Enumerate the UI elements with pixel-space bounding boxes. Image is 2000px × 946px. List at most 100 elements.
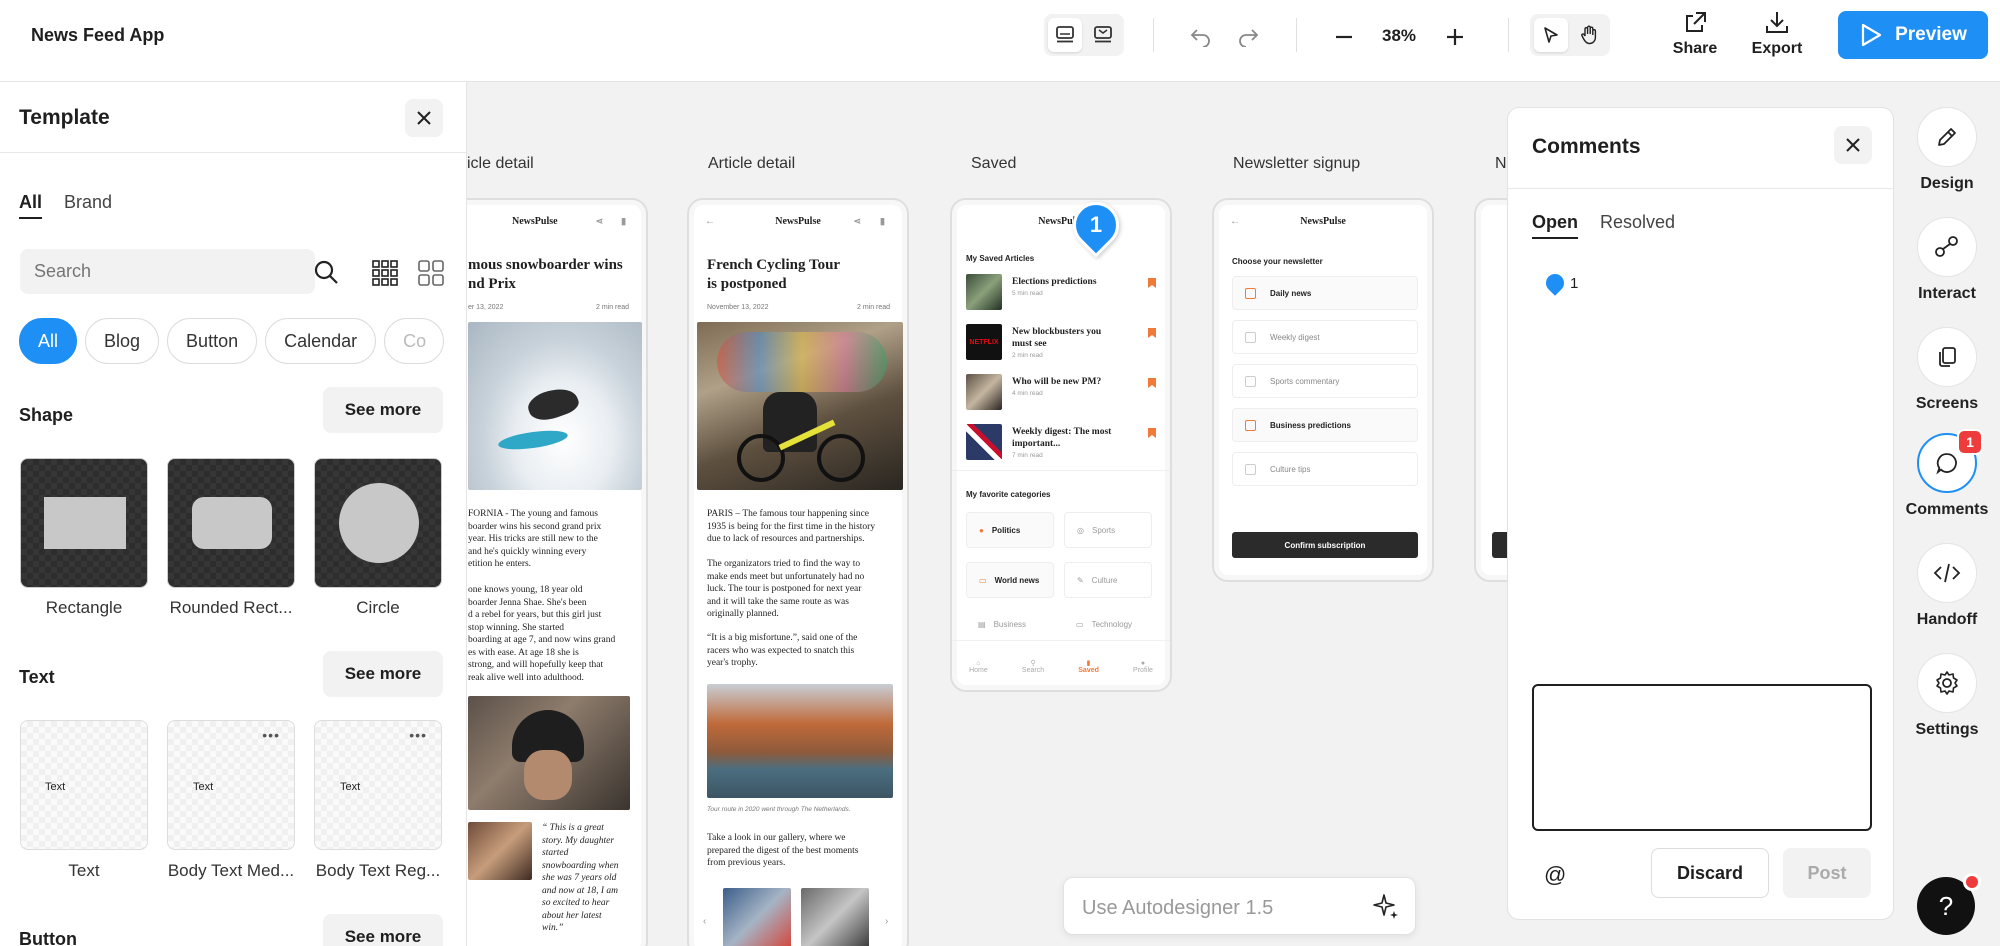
gallery-photo[interactable] <box>723 888 791 946</box>
shape-circle-card[interactable] <box>314 458 442 588</box>
see-more-button-button[interactable]: See more <box>323 914 443 946</box>
rail-interact[interactable]: Interact <box>1905 217 1989 303</box>
chip-all[interactable]: All <box>19 318 78 364</box>
nav-home[interactable]: ⌂ Home <box>969 660 988 674</box>
nav-saved[interactable]: ▮ Saved <box>1078 659 1099 674</box>
text-card[interactable]: Text <box>20 720 148 850</box>
shape-rounded-rect-card[interactable] <box>167 458 295 588</box>
search-icon[interactable] <box>313 259 339 285</box>
text-label: Body Text Med... <box>167 861 295 880</box>
category-business[interactable]: ▤ Business <box>966 614 1054 634</box>
share-button[interactable]: Share <box>1660 10 1730 58</box>
comment-thread-item[interactable]: 1 <box>1542 270 1578 296</box>
nav-search[interactable]: ⚲ Search <box>1022 659 1044 674</box>
redo-button[interactable] <box>1231 20 1265 54</box>
hand-tool-button[interactable] <box>1572 18 1606 52</box>
shape-rectangle-card[interactable] <box>20 458 148 588</box>
gallery-next-icon[interactable]: › <box>885 916 888 927</box>
ball-icon: ◎ <box>1077 525 1084 535</box>
rail-comments[interactable]: 1 Comments <box>1905 429 1989 519</box>
gallery-prev-icon[interactable]: ‹ <box>703 916 706 927</box>
tab-brand[interactable]: Brand <box>64 192 112 219</box>
see-more-text-button[interactable]: See more <box>323 651 443 697</box>
template-search-input[interactable] <box>20 249 315 294</box>
category-technology[interactable]: ▭ Technology <box>1064 614 1152 634</box>
post-button[interactable]: Post <box>1783 848 1871 898</box>
checkbox[interactable] <box>1245 375 1256 387</box>
close-comments-button[interactable] <box>1834 126 1872 164</box>
zoom-in-button[interactable] <box>1438 20 1472 54</box>
newsletter-option[interactable]: Sports commentary <box>1232 364 1418 398</box>
flow-view-button[interactable] <box>1086 18 1120 52</box>
autodesigner-bar[interactable]: Use Autodesigner 1.5 <box>1063 877 1416 935</box>
bookmark-icon[interactable]: ▮ <box>621 216 626 227</box>
more-options-icon[interactable]: ••• <box>409 727 427 743</box>
saved-article-item[interactable]: Elections predictions 5 min read <box>966 274 1162 310</box>
confirm-subscription-button[interactable]: Confirm subscription <box>1232 532 1418 558</box>
category-sports[interactable]: ◎ Sports <box>1064 512 1152 548</box>
tab-all[interactable]: All <box>19 192 43 219</box>
more-options-icon[interactable]: ••• <box>262 727 280 743</box>
back-arrow-icon[interactable]: ← <box>1230 216 1240 227</box>
checkbox[interactable] <box>1245 463 1256 475</box>
rail-screens[interactable]: Screens <box>1905 327 1989 413</box>
back-arrow-icon[interactable]: ← <box>705 216 715 227</box>
checkbox[interactable] <box>1245 331 1256 343</box>
preview-button[interactable]: Preview <box>1838 11 1988 59</box>
tab-open[interactable]: Open <box>1532 212 1579 239</box>
gallery-photo[interactable] <box>801 888 869 946</box>
body-text-medium-card[interactable]: Text ••• <box>167 720 295 850</box>
saved-article-item[interactable]: NETFLIX New blockbusters you must see 2 … <box>966 324 1162 360</box>
zoom-level[interactable]: 38% <box>1382 26 1416 46</box>
mention-button[interactable]: @ <box>1544 862 1566 888</box>
rail-settings[interactable]: Settings <box>1905 653 1989 739</box>
rail-handoff[interactable]: Handoff <box>1905 543 1989 629</box>
article-paragraph: Take a look in our gallery, where we pre… <box>707 833 859 868</box>
bookmark-icon[interactable] <box>1148 328 1156 338</box>
saved-article-item[interactable]: Who will be new PM? 4 min read <box>966 374 1162 410</box>
discard-button[interactable]: Discard <box>1651 848 1769 898</box>
comment-tabs: Open Resolved <box>1532 212 1675 239</box>
saved-article-item[interactable]: Weekly digest: The most important... 7 m… <box>966 424 1162 460</box>
newsletter-option[interactable]: Business predictions <box>1232 408 1418 442</box>
category-label: Technology <box>1091 619 1133 629</box>
text-sample: Text <box>340 781 361 793</box>
large-grid-icon[interactable] <box>418 260 444 286</box>
nav-profile[interactable]: ● Profile <box>1133 660 1153 674</box>
frame-article-detail-2[interactable]: ← NewsPulse ⋖ ▮ French Cycling Tour is p… <box>687 198 909 946</box>
redo-icon <box>1239 29 1259 47</box>
zoom-out-button[interactable] <box>1327 20 1361 54</box>
comment-input[interactable] <box>1532 684 1872 831</box>
small-grid-icon[interactable] <box>372 260 398 286</box>
undo-button[interactable] <box>1184 20 1218 54</box>
share-icon[interactable]: ⋖ <box>596 216 604 227</box>
see-more-shape-button[interactable]: See more <box>323 387 443 433</box>
select-tool-button[interactable] <box>1534 18 1568 52</box>
category-politics[interactable]: ● Politics <box>966 512 1054 548</box>
checkbox-checked[interactable] <box>1245 287 1256 299</box>
category-world-news[interactable]: ▭ World news <box>966 562 1054 598</box>
export-button[interactable]: Export <box>1742 10 1812 58</box>
chip-more[interactable]: Co <box>384 318 445 364</box>
chip-blog[interactable]: Blog <box>85 318 160 364</box>
newsletter-option[interactable]: Culture tips <box>1232 452 1418 486</box>
newsletter-option[interactable]: Weekly digest <box>1232 320 1418 354</box>
share-icon[interactable]: ⋖ <box>853 216 861 227</box>
desktop-view-button[interactable] <box>1048 18 1082 52</box>
category-culture[interactable]: ✎ Culture <box>1064 562 1152 598</box>
frame-newsletter-signup[interactable]: ← NewsPulse Choose your newsletter Daily… <box>1212 198 1434 582</box>
bookmark-icon[interactable] <box>1148 278 1156 288</box>
tab-resolved[interactable]: Resolved <box>1600 212 1675 239</box>
checkbox-checked[interactable] <box>1245 419 1256 431</box>
bookmark-icon[interactable] <box>1148 428 1156 438</box>
rail-design[interactable]: Design <box>1905 107 1989 193</box>
newsletter-option[interactable]: Daily news <box>1232 276 1418 310</box>
frame-saved[interactable]: NewsPulse My Saved Articles Elections pr… <box>950 198 1172 692</box>
bookmark-icon[interactable]: ▮ <box>880 216 885 227</box>
chip-calendar[interactable]: Calendar <box>265 318 377 364</box>
bookmark-icon[interactable] <box>1148 378 1156 388</box>
body-text-regular-card[interactable]: Text ••• <box>314 720 442 850</box>
app-bar: ← NewsPulse ⋖ ▮ <box>689 200 907 242</box>
chip-button[interactable]: Button <box>167 318 258 364</box>
close-template-button[interactable] <box>405 99 443 137</box>
